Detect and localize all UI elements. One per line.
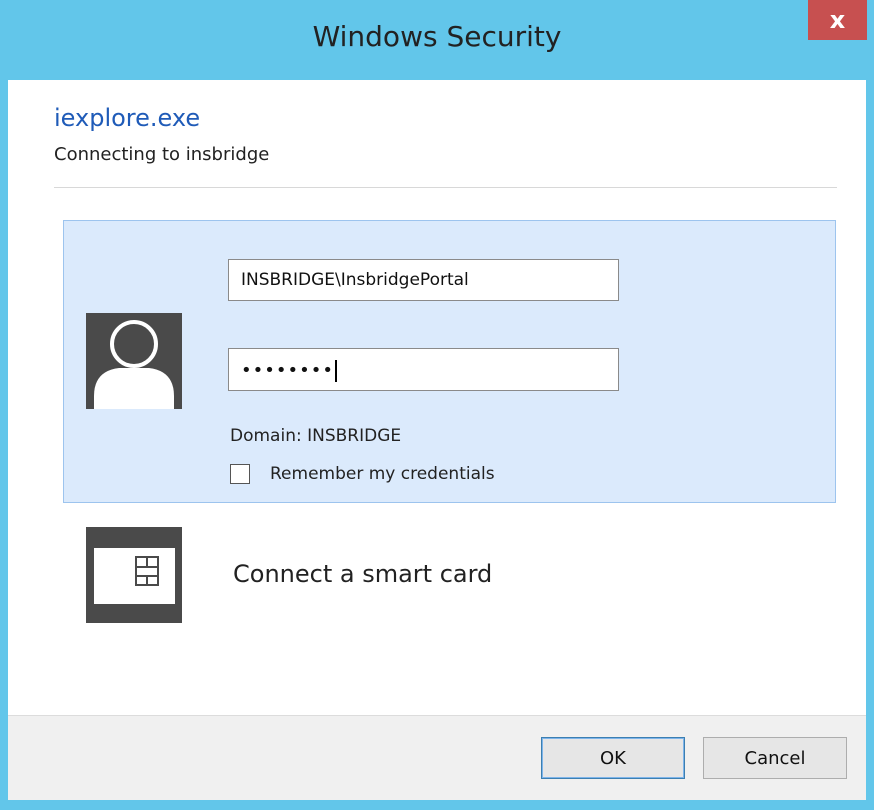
close-icon: x — [829, 6, 846, 34]
user-avatar-svg — [94, 320, 174, 409]
text-caret — [334, 360, 337, 382]
smart-card-icon[interactable] — [86, 527, 182, 623]
domain-label: Domain: INSBRIDGE — [230, 426, 402, 446]
app-name: iexplore.exe — [54, 104, 201, 132]
username-field[interactable]: INSBRIDGE\InsbridgePortal — [228, 259, 619, 301]
title-bar[interactable]: Windows Security x — [0, 0, 874, 80]
window-title: Windows Security — [312, 20, 562, 53]
connection-subtitle: Connecting to insbridge — [54, 144, 270, 165]
close-button[interactable]: x — [808, 0, 867, 40]
dialog-content: iexplore.exe Connecting to insbridge INS… — [8, 80, 866, 800]
remember-credentials-option[interactable]: Remember my credentials — [230, 464, 495, 484]
cancel-button[interactable]: Cancel — [703, 737, 847, 779]
header-divider — [54, 187, 837, 188]
remember-credentials-checkbox[interactable] — [230, 464, 250, 484]
smart-card-svg — [94, 548, 175, 604]
user-avatar-icon — [86, 313, 182, 409]
dialog-footer: OK Cancel — [8, 715, 866, 800]
ok-button[interactable]: OK — [541, 737, 685, 779]
password-mask: •••••••• — [241, 360, 334, 381]
smart-card-option[interactable]: Connect a smart card — [233, 560, 492, 588]
password-field[interactable]: •••••••• — [228, 348, 619, 391]
remember-credentials-label: Remember my credentials — [270, 464, 495, 484]
windows-security-dialog: Windows Security x iexplore.exe Connecti… — [0, 0, 874, 810]
